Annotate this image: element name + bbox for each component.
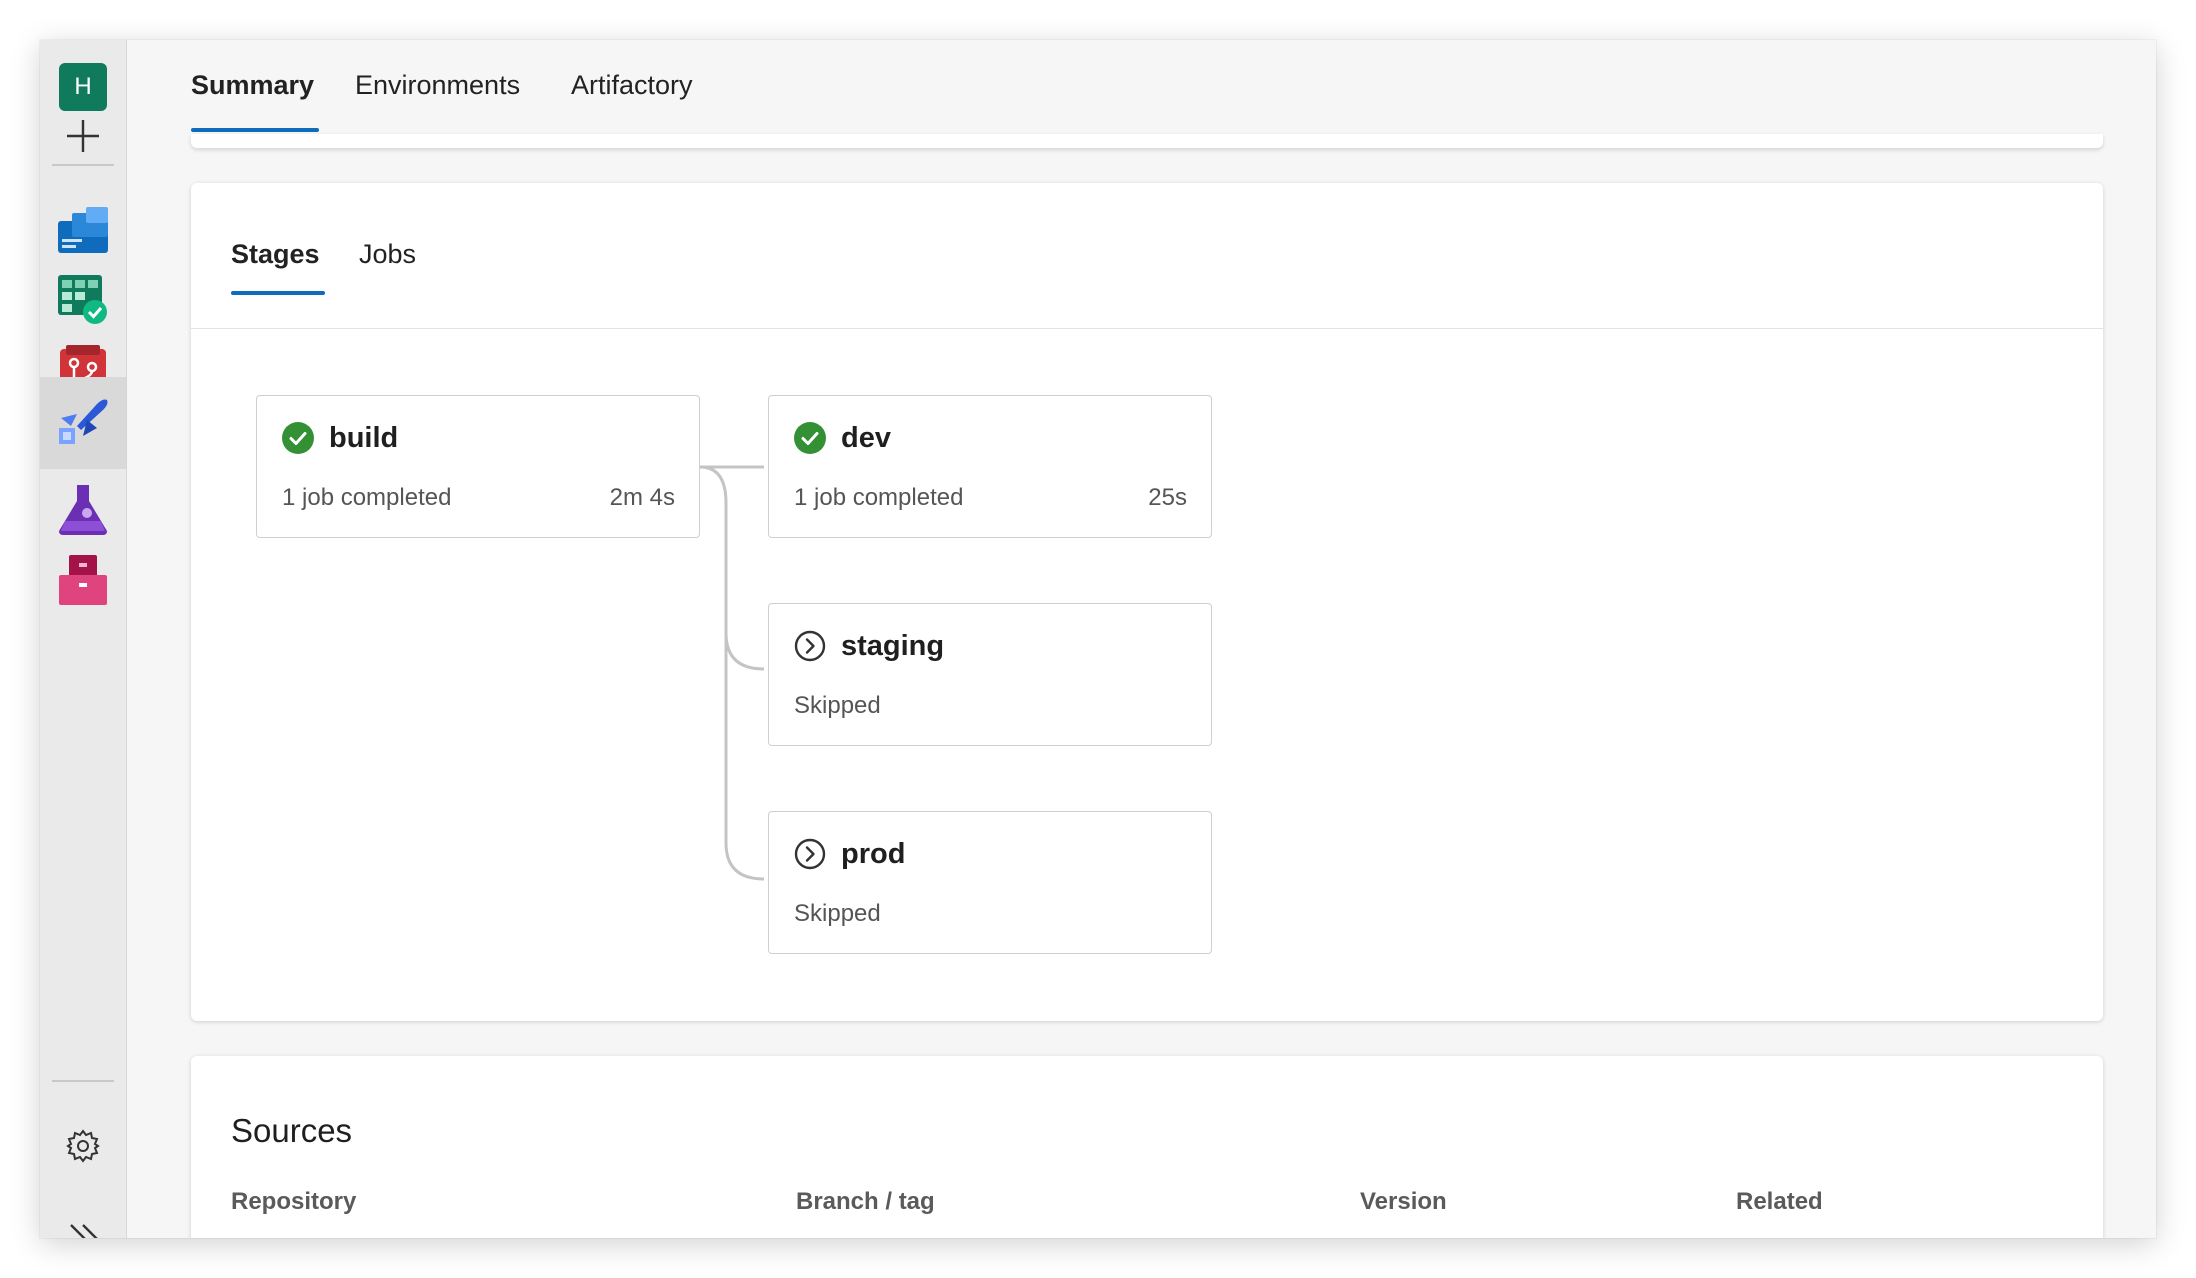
double-chevron-right-icon	[70, 1224, 98, 1238]
tab-active-indicator	[191, 128, 319, 132]
column-header-repository: Repository	[231, 1188, 357, 1215]
sidebar-item-new[interactable]	[40, 90, 126, 182]
sidebar: H	[40, 40, 127, 1238]
stage-name: staging	[841, 630, 945, 662]
stage-status: 1 job completed	[282, 484, 452, 511]
sidebar-divider	[52, 1080, 114, 1082]
tab-artifactory[interactable]: Artifactory	[571, 70, 693, 101]
stage-duration: 2m 4s	[609, 484, 675, 511]
artifacts-icon	[59, 555, 107, 605]
stage-staging[interactable]: staging Skipped	[768, 603, 1212, 746]
stage-name: build	[329, 422, 399, 454]
sidebar-item-artifacts[interactable]	[40, 534, 126, 626]
stage-duration: 25s	[1148, 484, 1187, 511]
stage-status: Skipped	[794, 692, 881, 719]
stage-prod[interactable]: prod Skipped	[768, 811, 1212, 954]
summary-card-edge	[191, 134, 2103, 148]
sidebar-item-settings[interactable]	[40, 1100, 126, 1192]
check-circle-icon	[794, 422, 826, 454]
sidebar-collapse-toggle[interactable]	[40, 1193, 126, 1238]
column-header-related: Related	[1736, 1188, 1823, 1215]
pipelines-icon	[59, 399, 108, 444]
sources-card: Sources Repository Branch / tag Version …	[191, 1056, 2103, 1238]
sidebar-divider	[52, 164, 114, 166]
app-window: H Summary Environments Artifactory Stage…	[40, 40, 2156, 1238]
stage-build[interactable]: build 1 job completed 2m 4s	[256, 395, 700, 538]
column-header-version: Version	[1360, 1188, 1447, 1215]
skip-circle-icon	[794, 630, 826, 662]
boards-icon	[58, 275, 107, 324]
stage-name: prod	[841, 838, 906, 870]
stages-card: Stages Jobs build 1 job completed 2m 4s	[191, 183, 2103, 1021]
sidebar-item-pipelines[interactable]	[40, 377, 126, 469]
sources-title: Sources	[231, 1112, 353, 1149]
stage-dev[interactable]: dev 1 job completed 25s	[768, 395, 1212, 538]
tab-summary[interactable]: Summary	[191, 70, 314, 101]
plus-icon	[67, 120, 99, 152]
skip-circle-icon	[794, 838, 826, 870]
overview-icon	[58, 207, 108, 253]
test-plans-icon	[59, 485, 107, 535]
stage-status: 1 job completed	[794, 484, 964, 511]
gear-icon	[66, 1129, 100, 1163]
column-header-branch-tag: Branch / tag	[796, 1188, 935, 1215]
stage-status: Skipped	[794, 900, 881, 927]
tab-environments[interactable]: Environments	[355, 70, 520, 101]
check-circle-icon	[282, 422, 314, 454]
stage-name: dev	[841, 422, 891, 454]
